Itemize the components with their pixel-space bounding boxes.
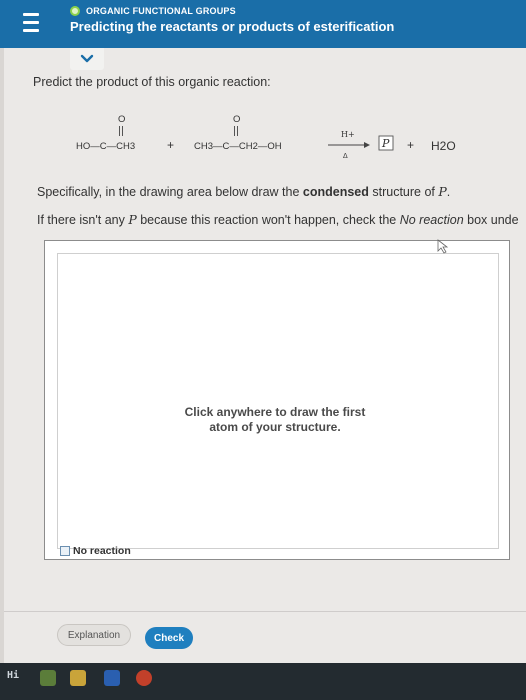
os-taskbar: Hi	[0, 663, 526, 700]
drawing-canvas[interactable]	[44, 240, 510, 560]
product-p: P	[381, 137, 390, 150]
drawing-hint: Click anywhere to draw the first atom of…	[184, 405, 366, 434]
chevron-down-icon	[80, 54, 94, 63]
reactant-2: CH3—C—CH2—OH	[194, 141, 282, 152]
plus-sign-1: +	[167, 138, 174, 152]
reaction-scheme: O HO—C—CH3 + O CH3—C—CH2—OH H+ Δ P + H2O	[76, 114, 456, 160]
drawing-canvas-inner[interactable]	[57, 253, 499, 549]
powerpoint-icon[interactable]	[136, 670, 152, 686]
explanation-button[interactable]: Explanation	[57, 624, 131, 646]
instruction-no-reaction: If there isn't any P because this reacti…	[37, 212, 519, 227]
heat-label: Δ	[343, 153, 348, 160]
carbonyl-oxygen-1: O	[118, 114, 125, 125]
section-title: ORGANIC FUNCTIONAL GROUPS	[86, 6, 236, 16]
acid-catalyst-label: H+	[341, 130, 355, 139]
search-icon[interactable]: Hi	[7, 670, 19, 681]
top-header-bar: ORGANIC FUNCTIONAL GROUPS Predicting the…	[0, 0, 526, 48]
word-icon[interactable]	[104, 670, 120, 686]
check-button[interactable]: Check	[145, 627, 193, 649]
instruction-condensed: Specifically, in the drawing area below …	[37, 184, 451, 199]
mouse-cursor-icon	[437, 239, 449, 254]
divider	[4, 611, 526, 612]
plus-sign-2: +	[407, 138, 414, 152]
collapse-toggle[interactable]	[70, 48, 104, 70]
section-label: ORGANIC FUNCTIONAL GROUPS	[70, 4, 236, 18]
water-byproduct: H2O	[431, 139, 456, 153]
no-reaction-label: No reaction	[73, 545, 131, 557]
menu-icon[interactable]	[23, 13, 39, 33]
progress-dot-icon	[70, 6, 80, 16]
checkbox-icon[interactable]	[60, 546, 70, 556]
app-icon-1[interactable]	[40, 670, 56, 686]
no-reaction-checkbox[interactable]: No reaction	[60, 545, 131, 557]
page-title: Predicting the reactants or products of …	[70, 19, 395, 34]
file-explorer-icon[interactable]	[70, 670, 86, 686]
carbonyl-oxygen-2: O	[233, 114, 240, 125]
question-prompt: Predict the product of this organic reac…	[33, 75, 271, 89]
reactant-1: HO—C—CH3	[76, 141, 135, 152]
